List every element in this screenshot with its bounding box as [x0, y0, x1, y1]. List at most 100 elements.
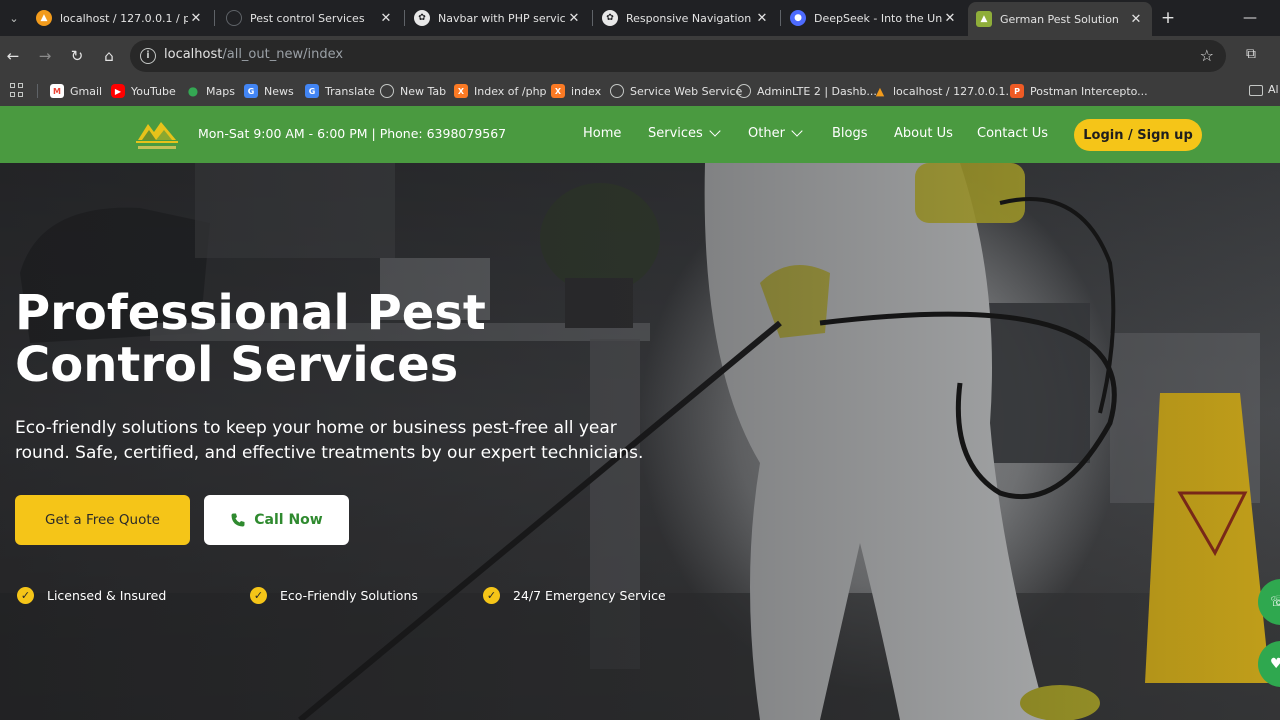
- globe-icon: [610, 84, 624, 98]
- bookmark-postman[interactable]: P Postman Intercepto...: [1010, 81, 1148, 101]
- tab-divider: [404, 10, 405, 26]
- bookmark-label: Index of /php: [474, 84, 547, 98]
- home-icon[interactable]: ⌂: [99, 46, 119, 66]
- call-now-label: Call Now: [254, 512, 323, 528]
- feature-emergency: ✓ 24/7 Emergency Service: [483, 587, 666, 604]
- bookmark-youtube[interactable]: ▶ YouTube: [111, 81, 176, 101]
- nav-about-us[interactable]: About Us: [894, 126, 953, 141]
- bookmark-label: YouTube: [131, 84, 176, 98]
- nav-label: Services: [648, 126, 703, 141]
- reload-icon[interactable]: ↻: [67, 46, 87, 66]
- close-icon[interactable]: ✕: [566, 11, 582, 26]
- bookmark-label: Gmail: [70, 84, 103, 98]
- bookmark-adminlte[interactable]: AdminLTE 2 | Dashb...: [737, 81, 877, 101]
- apps-grid-icon[interactable]: [10, 83, 24, 97]
- free-quote-button[interactable]: Get a Free Quote: [15, 495, 190, 545]
- minimize-window-icon[interactable]: —: [1240, 8, 1260, 28]
- site-logo[interactable]: [134, 116, 180, 152]
- close-icon[interactable]: ✕: [942, 11, 958, 26]
- browser-tab[interactable]: ▲ localhost / 127.0.0.1 / profi ✕: [28, 4, 212, 32]
- chevron-down-icon: [791, 124, 803, 137]
- bookmark-label: Maps: [206, 84, 235, 98]
- login-signup-button[interactable]: Login / Sign up: [1074, 119, 1202, 151]
- browser-tab-active[interactable]: ▲ German Pest Solution ✕: [968, 2, 1152, 36]
- hero-title: Professional Pest Control Services: [15, 287, 575, 391]
- browser-tab-strip: ⌄ ▲ localhost / 127.0.0.1 / profi ✕ Pest…: [0, 0, 1280, 36]
- check-icon: ✓: [250, 587, 267, 604]
- browser-toolbar: ← → ↻ ⌂ i localhost/all_out_new/index ☆ …: [0, 36, 1280, 76]
- feature-label: Licensed & Insured: [47, 588, 167, 603]
- xampp-icon: X: [551, 84, 565, 98]
- hero-subtitle: Eco-friendly solutions to keep your home…: [15, 416, 675, 466]
- browser-tab[interactable]: ● DeepSeek - Into the Unkno ✕: [782, 4, 966, 32]
- postman-icon: P: [1010, 84, 1024, 98]
- maps-pin-icon: ●: [187, 84, 199, 98]
- bookmark-label: Translate: [325, 84, 375, 98]
- bookmark-index-php[interactable]: X Index of /php: [454, 81, 547, 101]
- bookmark-phpmyadmin[interactable]: ▲ localhost / 127.0.0.1...: [873, 81, 1016, 101]
- bookmark-index[interactable]: X index: [551, 81, 601, 101]
- tab-search-chevron-icon[interactable]: ⌄: [4, 8, 24, 28]
- phpmyadmin-icon: ▲: [875, 84, 885, 98]
- close-icon[interactable]: ✕: [378, 11, 394, 26]
- tab-divider: [592, 10, 593, 26]
- tab-title: DeepSeek - Into the Unkno: [814, 11, 942, 25]
- call-now-button[interactable]: Call Now: [204, 495, 349, 545]
- browser-tab[interactable]: ✿ Navbar with PHP services ✕: [406, 4, 590, 32]
- browser-tab[interactable]: ✿ Responsive Navigation Me ✕: [594, 4, 778, 32]
- close-icon[interactable]: ✕: [188, 11, 204, 26]
- url-text: localhost/all_out_new/index: [164, 47, 343, 62]
- bookmark-label: localhost / 127.0.0.1...: [893, 84, 1017, 98]
- close-icon[interactable]: ✕: [754, 11, 770, 26]
- all-bookmarks-label[interactable]: Al: [1268, 83, 1279, 96]
- globe-icon: [737, 84, 751, 98]
- business-hours-phone: Mon-Sat 9:00 AM - 6:00 PM | Phone: 63980…: [198, 126, 507, 141]
- bookmark-label: New Tab: [400, 84, 447, 98]
- bookmark-service-web-service[interactable]: Service Web Service: [610, 81, 742, 101]
- youtube-icon: ▶: [111, 84, 125, 98]
- back-arrow-icon[interactable]: ←: [3, 46, 23, 66]
- hero-subtitle-line: Eco-friendly solutions to keep your home…: [15, 418, 617, 438]
- bookmark-news[interactable]: G News: [244, 81, 294, 101]
- globe-icon: [226, 10, 242, 26]
- hero-subtitle-line: round. Safe, certified, and effective tr…: [15, 443, 644, 463]
- bookmark-new-tab[interactable]: New Tab: [380, 81, 446, 101]
- forward-arrow-icon[interactable]: →: [35, 46, 55, 66]
- site-navbar: Mon-Sat 9:00 AM - 6:00 PM | Phone: 63980…: [0, 106, 1280, 163]
- whatsapp-icon: ☏: [1270, 594, 1280, 610]
- nav-blogs[interactable]: Blogs: [832, 126, 868, 141]
- translate-icon: G: [305, 84, 319, 98]
- globe-icon: [380, 84, 394, 98]
- check-icon: ✓: [483, 587, 500, 604]
- bookmark-star-icon[interactable]: ☆: [1200, 46, 1214, 65]
- nav-contact-us[interactable]: Contact Us: [977, 126, 1048, 141]
- site-info-icon[interactable]: i: [140, 48, 156, 64]
- tab-title: Navbar with PHP services: [438, 11, 566, 25]
- hero-section: Professional Pest Control Services Eco-f…: [0, 163, 1280, 720]
- deepseek-icon: ●: [790, 10, 806, 26]
- feature-label: Eco-Friendly Solutions: [280, 588, 418, 603]
- bookmarks-bar: M Gmail ▶ YouTube ● Maps G News G Transl…: [0, 76, 1280, 106]
- feature-eco-friendly: ✓ Eco-Friendly Solutions: [250, 587, 418, 604]
- all-bookmarks-folder-icon[interactable]: [1249, 85, 1263, 96]
- bookmark-maps[interactable]: ● Maps: [186, 81, 235, 101]
- bookmark-label: News: [264, 84, 294, 98]
- nav-services[interactable]: Services: [648, 124, 721, 141]
- bookmark-translate[interactable]: G Translate: [305, 81, 375, 101]
- nav-label: Home: [583, 126, 622, 141]
- url-host: localhost: [164, 47, 223, 62]
- nav-other[interactable]: Other: [748, 124, 803, 141]
- address-bar[interactable]: i localhost/all_out_new/index ☆: [130, 40, 1226, 72]
- close-icon[interactable]: ✕: [1128, 12, 1144, 27]
- tab-divider: [214, 10, 215, 26]
- new-tab-plus-icon[interactable]: +: [1158, 8, 1178, 28]
- extensions-puzzle-icon[interactable]: ⧉: [1241, 46, 1261, 62]
- bookmark-gmail[interactable]: M Gmail: [50, 81, 102, 101]
- phone-icon: [231, 513, 245, 527]
- chevron-down-icon: [709, 124, 721, 137]
- check-icon: ✓: [17, 587, 34, 604]
- browser-tab[interactable]: Pest control Services ✕: [218, 4, 402, 32]
- tab-divider: [780, 10, 781, 26]
- openai-icon: ✿: [414, 10, 430, 26]
- nav-home[interactable]: Home: [583, 126, 621, 141]
